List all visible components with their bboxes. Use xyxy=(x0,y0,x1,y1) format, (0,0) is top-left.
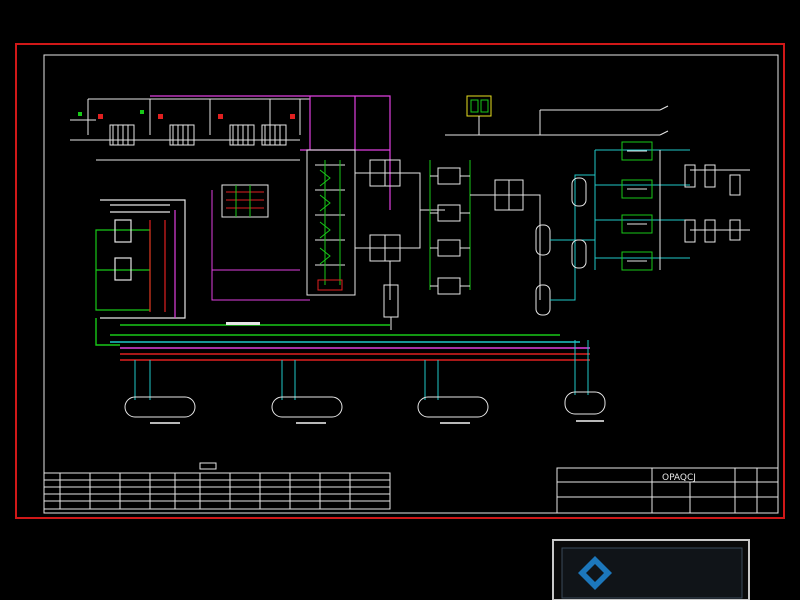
cad-drawing: OPAQCJ xyxy=(0,0,800,600)
drawing-number: OPAQCJ xyxy=(662,473,696,483)
manifold-labels xyxy=(226,322,260,325)
watermark xyxy=(552,539,750,600)
